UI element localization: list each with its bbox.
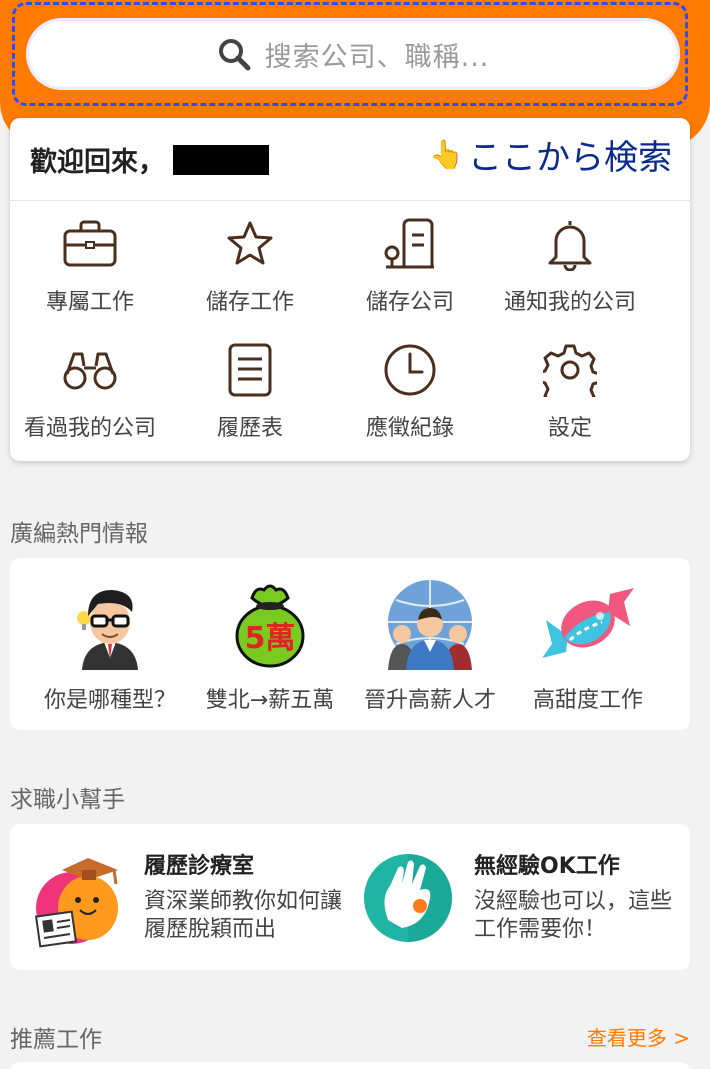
ok-hand-icon xyxy=(362,848,462,948)
welcome-greeting: 歡迎回來， xyxy=(30,147,165,178)
redacted-username xyxy=(173,144,269,175)
people-globe-icon xyxy=(382,578,478,670)
menu-label: 看過我的公司 xyxy=(23,416,156,441)
pointing-hand-icon: 👆 xyxy=(429,138,464,171)
helper-title: 履歷診療室 xyxy=(144,854,255,879)
hot-label: 高甜度工作 xyxy=(532,688,643,713)
helper-text: 履歷診療室 資深業師教你如何讓履歷脫穎而出 xyxy=(144,848,344,948)
bell-icon xyxy=(540,214,600,274)
money-bag-text: 5萬 xyxy=(245,621,296,656)
hot-info-card: 你是哪種型？ 5萬 雙北→薪五萬 晉升高薪人才 高甜度工作 xyxy=(10,558,690,730)
view-more-link[interactable]: 查看更多 > xyxy=(587,1022,690,1051)
section-title-hot: 廣編熱門情報 xyxy=(10,521,148,547)
gear-icon xyxy=(540,340,600,400)
money-bag-5-icon: 5萬 xyxy=(222,578,318,670)
account-menu-card: 歡迎回來， 👆 ここから検索 專屬工作 儲存工作 儲存公司 通知我的公司 看過我… xyxy=(10,118,690,461)
divider xyxy=(10,200,690,201)
helper-text: 無經驗OK工作 沒經驗也可以，這些工作需要你！ xyxy=(474,848,674,948)
hot-label: 你是哪種型？ xyxy=(43,688,176,713)
menu-item-application-history[interactable]: 應徵紀錄 xyxy=(330,340,490,466)
menu-item-resume[interactable]: 履歷表 xyxy=(170,340,330,466)
helper-item-no-experience[interactable]: 無經驗OK工作 沒經驗也可以，這些工作需要你！ xyxy=(362,848,674,948)
menu-label: 儲存公司 xyxy=(365,290,454,315)
menu-item-saved-jobs[interactable]: 儲存工作 xyxy=(170,214,330,340)
search-hint-text: ここから検索 xyxy=(468,138,672,178)
binoculars-icon xyxy=(60,340,120,400)
menu-item-exclusive-jobs[interactable]: 專屬工作 xyxy=(10,214,170,340)
helper-desc: 資深業師教你如何讓履歷脫穎而出 xyxy=(144,889,343,942)
recommend-card xyxy=(10,1062,690,1069)
hot-item-promotion[interactable]: 晉升高薪人才 xyxy=(350,578,510,714)
menu-item-viewed-me[interactable]: 看過我的公司 xyxy=(10,340,170,466)
clock-icon xyxy=(380,340,440,400)
welcome-text: 歡迎回來， xyxy=(30,140,269,179)
helper-card: 履歷診療室 資深業師教你如何讓履歷脫穎而出 無經驗OK工作 沒經驗也可以，這些工… xyxy=(10,824,690,970)
search-placeholder: 搜索公司、職稱... xyxy=(264,41,490,73)
briefcase-icon xyxy=(60,214,120,274)
menu-item-settings[interactable]: 設定 xyxy=(490,340,650,466)
hot-label: 晉升高薪人才 xyxy=(363,688,496,713)
menu-grid: 專屬工作 儲存工作 儲存公司 通知我的公司 看過我的公司 履歷表 應徵紀錄 設定 xyxy=(10,214,690,466)
section-title-recommend: 推薦工作 xyxy=(10,1027,102,1053)
star-icon xyxy=(220,214,280,274)
menu-label: 履歷表 xyxy=(216,416,283,441)
search-hint[interactable]: 👆 ここから検索 xyxy=(429,130,672,179)
hot-item-salary[interactable]: 5萬 雙北→薪五萬 xyxy=(190,578,350,714)
menu-label: 專屬工作 xyxy=(45,290,134,315)
building-icon xyxy=(380,214,440,274)
helper-item-resume-clinic[interactable]: 履歷診療室 資深業師教你如何讓履歷脫穎而出 xyxy=(32,848,344,948)
hot-label: 雙北→薪五萬 xyxy=(205,688,335,713)
candy-icon xyxy=(540,578,636,670)
menu-label: 設定 xyxy=(547,416,592,441)
hot-item-sweet-jobs[interactable]: 高甜度工作 xyxy=(508,578,668,714)
man-with-glasses-icon xyxy=(62,578,158,670)
menu-item-notify-companies[interactable]: 通知我的公司 xyxy=(490,214,650,340)
search-icon xyxy=(217,37,251,71)
menu-item-saved-companies[interactable]: 儲存公司 xyxy=(330,214,490,340)
menu-label: 儲存工作 xyxy=(205,290,294,315)
section-title-helper: 求職小幫手 xyxy=(10,787,125,813)
helper-title: 無經驗OK工作 xyxy=(474,854,620,879)
document-icon xyxy=(220,340,280,400)
mascot-resume-icon xyxy=(32,848,132,948)
helper-desc: 沒經驗也可以，這些工作需要你！ xyxy=(474,889,673,942)
search-input[interactable]: 搜索公司、職稱... xyxy=(26,18,680,90)
menu-label: 應徵紀錄 xyxy=(365,416,454,441)
menu-label: 通知我的公司 xyxy=(503,290,636,315)
hot-item-personality[interactable]: 你是哪種型？ xyxy=(30,578,190,714)
